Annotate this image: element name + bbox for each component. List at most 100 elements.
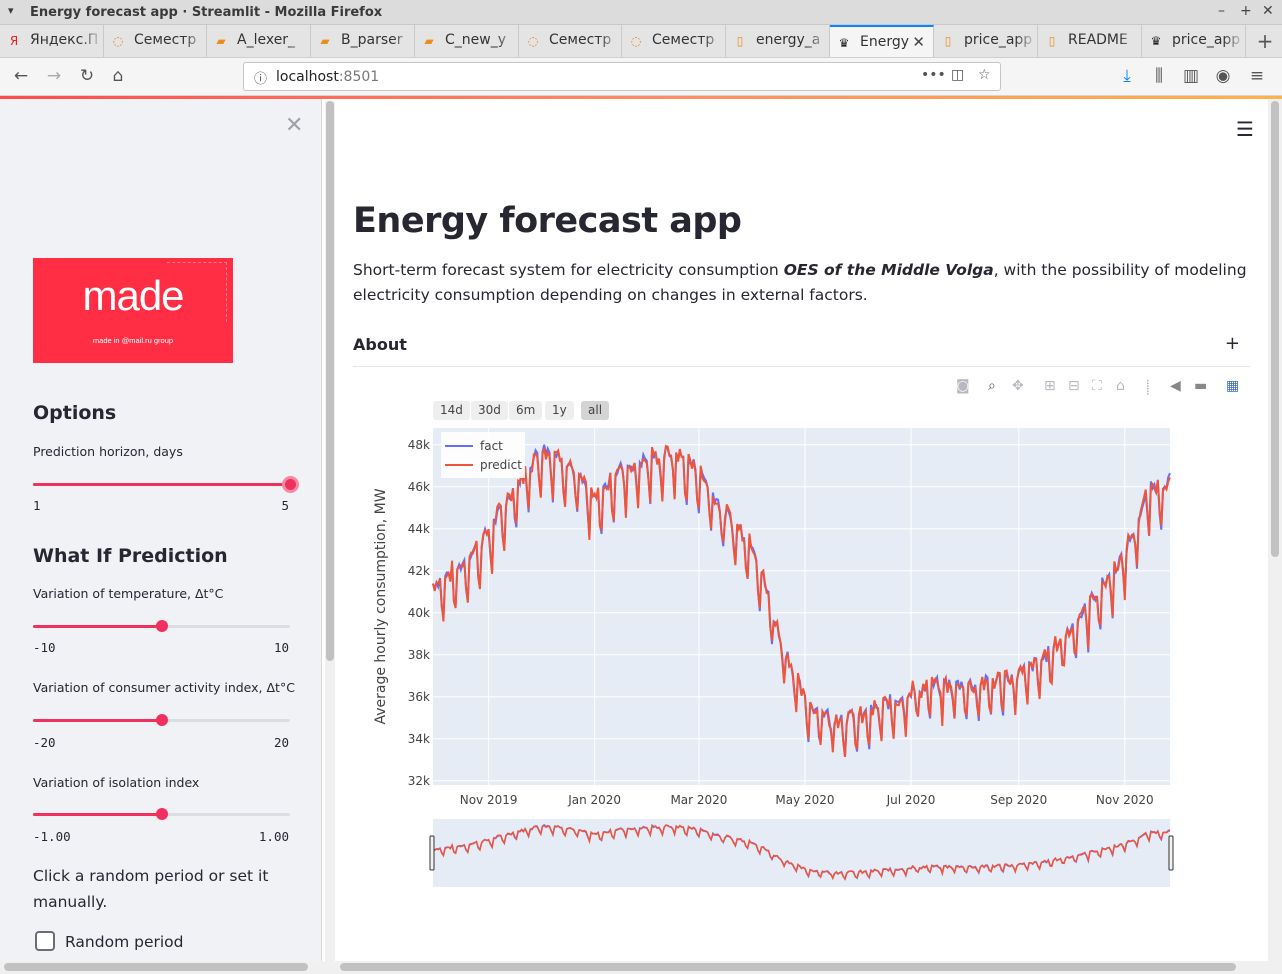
bookmark-star-icon[interactable]: ☆ <box>978 67 991 83</box>
horizon-slider-thumb[interactable] <box>282 476 299 493</box>
main-content: ☰ Energy forecast app Short-term forecas… <box>336 99 1268 961</box>
expand-icon[interactable]: + <box>1225 333 1240 354</box>
home-icon[interactable]: ⌂ <box>107 66 129 86</box>
tab-3[interactable]: ▰ B_parser <box>311 25 415 57</box>
hover-closest-icon[interactable]: ◀ <box>1170 378 1181 394</box>
tab-5[interactable]: ◌ Семестр <box>519 25 622 57</box>
book-icon: ▰ <box>320 34 330 48</box>
back-icon[interactable]: ← <box>10 66 32 86</box>
camera-icon[interactable]: ◙ <box>956 378 970 394</box>
y-tick-label: 32k <box>408 774 430 788</box>
close-tab-icon[interactable]: ✕ <box>912 33 925 51</box>
zoom-in-icon[interactable]: ⊞ <box>1044 378 1056 394</box>
streamlit-icon: ♛ <box>838 36 850 50</box>
window-menu-icon[interactable]: ▾ <box>8 4 14 17</box>
url-bar[interactable]: ⓘ localhost:8501 ••• ◫ ☆ <box>243 62 1001 91</box>
random-period-checkbox[interactable] <box>35 931 55 951</box>
tab-label: Energy <box>860 34 910 50</box>
range-slider-left-handle[interactable] <box>429 835 435 871</box>
x-tick-label: Nov 2019 <box>460 793 518 807</box>
range-button-0[interactable]: 14d <box>433 401 470 420</box>
tab-1[interactable]: ◌ Семестр <box>104 25 207 57</box>
sidebar-scrollbar[interactable] <box>325 101 335 961</box>
tab-9[interactable]: ▯ price_app <box>934 25 1038 57</box>
autoscale-icon[interactable]: ⛶ <box>1092 378 1102 394</box>
doc-icon: ▯ <box>1048 34 1056 48</box>
y-tick-label: 34k <box>408 732 430 746</box>
x-tick-label: Jan 2020 <box>567 793 621 807</box>
range-button-1[interactable]: 30d <box>471 401 508 420</box>
site-info-icon[interactable]: ⓘ <box>254 68 267 87</box>
tab-strip: Я Яндекс.П ◌ Семестр ▰ A_lexer_ ▰ B_parser ▰ C_ne… <box>0 25 1282 58</box>
reset-axes-icon[interactable]: ⌂ <box>1116 378 1125 394</box>
random-period-label[interactable]: Random period <box>65 933 183 951</box>
tab-11[interactable]: ♛ price_app <box>1142 25 1246 57</box>
tab-0[interactable]: Я Яндекс.П <box>0 25 104 57</box>
zoom-out-icon[interactable]: ⊟ <box>1068 378 1080 394</box>
yandex-icon: Я <box>9 34 19 48</box>
isolation-max: 1.00 <box>258 829 289 844</box>
zoom-icon[interactable]: ⌕ <box>988 378 996 394</box>
temperature-max: 10 <box>273 640 289 655</box>
legend-label-predict: predict <box>480 458 522 472</box>
temperature-slider[interactable] <box>33 615 290 641</box>
window-title: Energy forecast app · Streamlit - Mozill… <box>30 5 383 20</box>
tab-7[interactable]: ▯ energy_a <box>726 25 830 57</box>
temperature-slider-thumb[interactable] <box>156 620 168 632</box>
isolation-label: Variation of isolation index <box>33 775 200 790</box>
isolation-slider-thumb[interactable] <box>156 808 168 820</box>
tab-8[interactable]: ♛ Energy ✕ <box>830 25 934 57</box>
spike-lines-icon[interactable]: ⸽ <box>1146 378 1150 397</box>
url-text: localhost:8501 <box>276 69 380 85</box>
library-icon[interactable]: ⫼ <box>1148 66 1170 86</box>
range-button-4[interactable]: all <box>581 401 610 420</box>
reload-icon[interactable]: ↻ <box>76 66 98 86</box>
x-tick-label: Sep 2020 <box>990 793 1047 807</box>
plotly-modebar: ◙ ⌕ ✥ ⊞ ⊟ ⛶ ⌂ ⸽ ◀ ▬ ▦ <box>956 378 1246 398</box>
tab-10[interactable]: ▯ README <box>1038 25 1142 57</box>
account-icon[interactable]: ◉ <box>1212 66 1234 86</box>
book-icon: ▰ <box>216 34 226 48</box>
hover-compare-icon[interactable]: ▬ <box>1194 378 1207 394</box>
activity-slider[interactable] <box>33 709 290 735</box>
tab-label: A_lexer_ <box>237 32 296 48</box>
about-label: About <box>353 335 407 354</box>
tab-2[interactable]: ▰ A_lexer_ <box>207 25 311 57</box>
horizon-slider[interactable] <box>33 473 299 499</box>
page-actions-icon[interactable]: ••• <box>921 67 946 83</box>
close-window-icon[interactable]: ✕ <box>1262 3 1274 19</box>
forward-icon[interactable]: → <box>43 66 65 86</box>
range-button-3[interactable]: 1y <box>545 401 574 420</box>
y-tick-label: 44k <box>408 522 430 536</box>
tab-4[interactable]: ▰ C_new_y <box>415 25 519 57</box>
range-slider-right-handle[interactable] <box>1168 835 1174 871</box>
range-button-2[interactable]: 6m <box>509 401 543 420</box>
y-tick-label: 38k <box>408 648 430 662</box>
range-slider[interactable] <box>433 819 1170 887</box>
app-menu-icon[interactable]: ≡ <box>1246 66 1268 86</box>
new-tab-icon[interactable]: + <box>1254 29 1276 53</box>
options-heading: Options <box>33 402 117 424</box>
page-icon: ◌ <box>527 34 539 48</box>
about-expander[interactable]: About + <box>353 329 1250 367</box>
streamlit-menu-icon[interactable]: ☰ <box>1236 117 1254 141</box>
isolation-slider[interactable] <box>33 803 290 829</box>
activity-slider-thumb[interactable] <box>156 714 168 726</box>
horizontal-scrollbar[interactable] <box>0 961 1282 974</box>
activity-max: 20 <box>273 735 289 750</box>
navigation-toolbar: ← → ↻ ⌂ ⓘ localhost:8501 ••• ◫ ☆ ⤓ ⫼ ▥ ◉… <box>0 58 1282 96</box>
main-scrollbar[interactable] <box>1268 99 1282 961</box>
pocket-icon[interactable]: ◫ <box>951 67 964 83</box>
legend-label-fact: fact <box>480 439 503 453</box>
pan-icon[interactable]: ✥ <box>1012 378 1024 394</box>
tab-6[interactable]: ◌ Семестр <box>622 25 726 57</box>
maximize-icon[interactable]: + <box>1240 3 1252 19</box>
minimize-icon[interactable]: – <box>1218 3 1225 19</box>
sidebar-toggle-icon[interactable]: ▥ <box>1180 66 1202 86</box>
horizon-label: Prediction horizon, days <box>33 444 183 459</box>
plotly-logo-icon[interactable]: ▦ <box>1226 378 1239 394</box>
downloads-icon[interactable]: ⤓ <box>1116 66 1138 86</box>
sidebar-close-icon[interactable]: ✕ <box>285 113 303 138</box>
consumption-chart[interactable]: 32k 34k 36k 38k 40k 42k 44k 46k 48k Nov 2019 Jan 2… <box>336 419 1268 889</box>
y-axis-title: Average hourly consumption, MW <box>373 488 389 724</box>
